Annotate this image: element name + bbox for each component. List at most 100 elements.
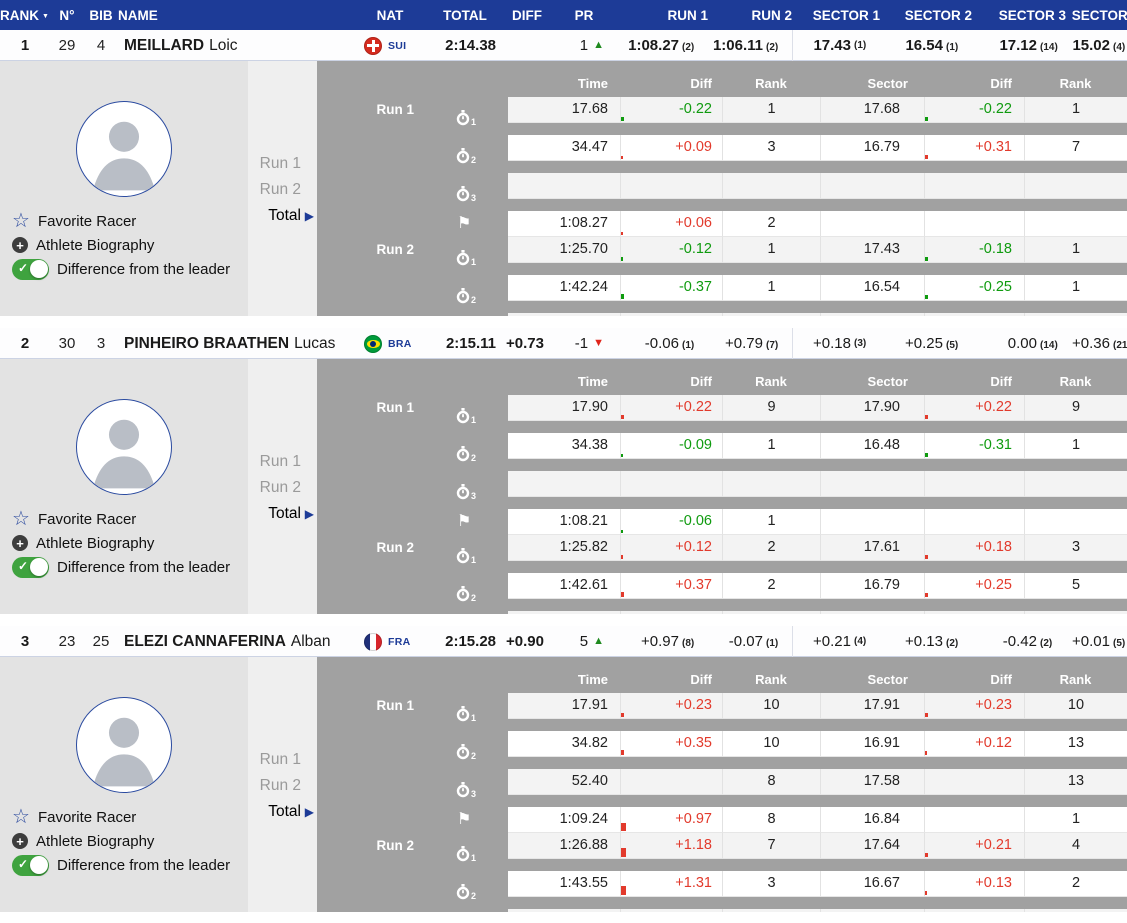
view-run1-tab[interactable]: Run 1 <box>248 449 317 475</box>
stopwatch-icon <box>456 582 470 602</box>
racer-block: 3 23 25 ELEZI CANNAFERINA Alban FRA 2:15.… <box>0 626 1127 912</box>
sector-diff-cell: 0.00 <box>924 611 1024 614</box>
view-total-tab[interactable]: Total <box>248 203 317 229</box>
time-rank-cell: 8 <box>722 807 820 833</box>
header-nat[interactable]: NAT <box>352 8 428 23</box>
view-run2-tab[interactable]: Run 2 <box>248 177 317 203</box>
header-pr[interactable]: PR <box>552 8 616 23</box>
difference-toggle[interactable] <box>12 854 49 876</box>
racer-block: 2 30 3 PINHEIRO BRAATHEN Lucas BRA 2:15.1… <box>0 328 1127 614</box>
col-sector-rank: Rank <box>1059 373 1092 389</box>
split-row: 1:09.24 +0.97 8 16.84 1 <box>317 807 1127 833</box>
header-diff[interactable]: DIFF <box>502 8 552 23</box>
bib-cell: 25 <box>92 633 110 650</box>
sector-rank-cell: 1 <box>1024 237 1127 263</box>
view-run2-tab[interactable]: Run 2 <box>248 773 317 799</box>
header-sector4[interactable]: SECTOR 4 <box>1066 8 1127 23</box>
result-row[interactable]: 3 23 25 ELEZI CANNAFERINA Alban FRA 2:15.… <box>0 626 1127 657</box>
col-rank: Rank <box>755 75 787 91</box>
intermediate-number: 3 <box>471 193 477 203</box>
timing-results-page: RANK N° BIB NAME NAT TOTAL DIFF PR RUN 1… <box>0 0 1127 923</box>
result-row[interactable]: 2 30 3 PINHEIRO BRAATHEN Lucas BRA 2:15.1… <box>0 328 1127 359</box>
name-cell[interactable]: ELEZI CANNAFERINA Alban <box>118 633 352 651</box>
view-total-label: Total <box>268 803 301 820</box>
athlete-biography-button[interactable]: Athlete Biography <box>12 531 246 555</box>
sector-time-cell: 16.70 <box>820 909 924 912</box>
view-run1-tab[interactable]: Run 1 <box>248 151 317 177</box>
favorite-racer-button[interactable]: Favorite Racer <box>12 805 246 829</box>
icon-cell: 3 <box>438 471 508 509</box>
header-run2[interactable]: RUN 2 <box>708 8 792 23</box>
header-sector1[interactable]: SECTOR 1 <box>792 8 880 23</box>
view-run1-tab[interactable]: Run 1 <box>248 747 317 773</box>
splits-panel: Time Diff Rank Sector Diff Rank Run 1 1 <box>317 359 1127 614</box>
header-number[interactable]: N° <box>50 8 84 23</box>
difference-toggle[interactable] <box>12 556 49 578</box>
header-rank[interactable]: RANK <box>0 8 50 23</box>
sector1-cell: +0.18 (3) <box>792 328 880 359</box>
split-row: 2 1:43.55 +1.31 3 16.67 +0.13 2 <box>317 871 1127 909</box>
sector-diff-cell <box>924 769 1024 795</box>
header-bib[interactable]: BIB <box>84 8 118 23</box>
stopwatch-icon <box>456 106 470 126</box>
athlete-actions: Favorite Racer Athlete Biography Differe… <box>12 507 246 579</box>
time-rank-cell: 3 <box>722 909 820 912</box>
header-run1[interactable]: RUN 1 <box>616 8 708 23</box>
sector-time-cell: 16.79 <box>820 135 924 161</box>
header-sector2[interactable]: SECTOR 2 <box>880 8 972 23</box>
time-rank-cell: 1 <box>722 509 820 535</box>
result-row[interactable]: 1 29 4 MEILLARDLoic SUI 2:14.38 1 1:08.2… <box>0 30 1127 61</box>
athlete-surname: MEILLARD <box>124 36 205 54</box>
split-row: Run 1 1 17.68 -0.22 1 17.68 -0.22 1 <box>317 97 1127 135</box>
sector-rank-cell: 13 <box>1024 731 1127 757</box>
run-label <box>317 135 438 173</box>
splits-panel: Time Diff Rank Sector Diff Rank Run 1 1 <box>317 657 1127 912</box>
time-cell <box>508 471 620 497</box>
sector4-rank: (21) <box>1113 340 1127 351</box>
name-cell[interactable]: PINHEIRO BRAATHEN Lucas <box>118 335 352 353</box>
bib-cell: 3 <box>96 335 106 352</box>
split-row: 3 52.40 8 17.58 13 <box>317 769 1127 807</box>
stopwatch-icon <box>456 144 470 164</box>
icon-cell: 3 <box>438 173 508 211</box>
results-table-header: RANK N° BIB NAME NAT TOTAL DIFF PR RUN 1… <box>0 0 1127 30</box>
header-total[interactable]: TOTAL <box>428 8 502 23</box>
icon-cell: 1 <box>438 97 508 135</box>
sector-time-cell: 16.48 <box>820 433 924 459</box>
sector-rank-cell: 5 <box>1024 573 1127 599</box>
view-total-tab[interactable]: Total <box>248 501 317 527</box>
split-row: Run 2 1 1:25.82 +0.12 2 17.61 +0.18 3 <box>317 535 1127 573</box>
header-sector3[interactable]: SECTOR 3 <box>972 8 1066 23</box>
sector-diff-cell <box>924 807 1024 833</box>
run-label <box>317 313 438 316</box>
sector2-cell: +0.13 (2) <box>880 633 972 650</box>
athlete-biography-button[interactable]: Athlete Biography <box>12 829 246 853</box>
icon-cell: 3 <box>438 313 508 316</box>
athlete-biography-button[interactable]: Athlete Biography <box>12 233 246 257</box>
time-cell: 1:08.21 <box>508 509 620 535</box>
sector3-rank: (2) <box>1040 638 1053 649</box>
time-cell: 1:42.61 <box>508 573 620 599</box>
star-icon <box>12 509 30 529</box>
time-diff-cell: +0.12 <box>620 535 722 561</box>
time-rank-cell: 10 <box>722 731 820 757</box>
favorite-racer-button[interactable]: Favorite Racer <box>12 209 246 233</box>
sector-diff-cell: +0.12 <box>924 731 1024 757</box>
view-total-tab[interactable]: Total <box>248 799 317 825</box>
time-cell: 1:43.55 <box>508 871 620 897</box>
athlete-photo <box>76 399 172 495</box>
stopwatch-icon <box>456 284 470 304</box>
name-cell[interactable]: MEILLARD Loic <box>118 37 352 55</box>
split-row: 3 1:59.36 -0.37 1 17.12 0.00 14 <box>317 313 1127 316</box>
athlete-biography-label: Athlete Biography <box>36 832 155 850</box>
run-label: Run 1 <box>376 102 414 117</box>
view-run2-tab[interactable]: Run 2 <box>248 475 317 501</box>
run1-value: +0.97 <box>641 633 679 650</box>
col-diff: Diff <box>690 671 712 687</box>
time-rank-cell: 8 <box>722 769 820 795</box>
sector-time-cell: 17.43 <box>820 237 924 263</box>
difference-toggle[interactable] <box>12 258 49 280</box>
header-name[interactable]: NAME <box>118 8 352 23</box>
favorite-racer-button[interactable]: Favorite Racer <box>12 507 246 531</box>
sector-rank-cell: 1 <box>1024 97 1127 123</box>
